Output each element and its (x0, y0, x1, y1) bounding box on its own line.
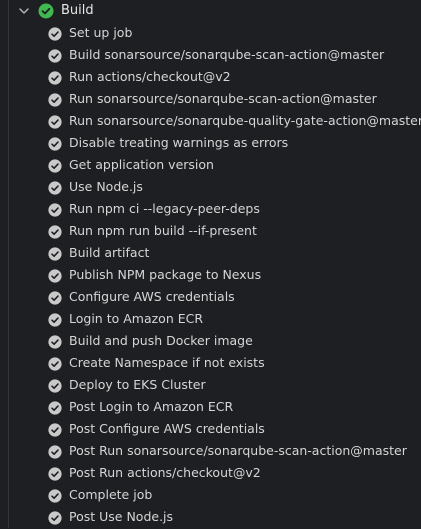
step-label: Complete job (69, 487, 153, 502)
job-header[interactable]: Build (0, 0, 421, 22)
check-circle-icon (48, 92, 62, 107)
check-circle-icon (48, 466, 62, 481)
check-circle-icon (48, 378, 62, 393)
step-label: Post Run actions/checkout@v2 (69, 465, 261, 480)
step-row[interactable]: Run npm run build --if-present (0, 220, 421, 242)
job-build: Build Set up job Build sonarsource/sonarq… (0, 0, 421, 528)
check-circle-icon (48, 422, 62, 437)
check-circle-icon (48, 114, 62, 129)
step-row[interactable]: Post Run sonarsource/sonarqube-scan-acti… (0, 440, 421, 462)
step-label: Post Configure AWS credentials (69, 421, 265, 436)
check-circle-icon (48, 224, 62, 239)
step-label: Run npm ci --legacy-peer-deps (69, 201, 260, 216)
check-circle-icon (48, 70, 62, 85)
check-circle-icon (48, 202, 62, 217)
step-label: Run sonarsource/sonarqube-scan-action@ma… (69, 91, 377, 106)
check-circle-icon (48, 444, 62, 459)
step-row[interactable]: Run actions/checkout@v2 (0, 66, 421, 88)
step-row[interactable]: Run npm ci --legacy-peer-deps (0, 198, 421, 220)
step-row[interactable]: Publish NPM package to Nexus (0, 264, 421, 286)
check-circle-icon (48, 136, 62, 151)
step-label: Post Login to Amazon ECR (69, 399, 234, 414)
step-label: Build and push Docker image (69, 333, 253, 348)
step-label: Post Run sonarsource/sonarqube-scan-acti… (69, 443, 407, 458)
step-row[interactable]: Login to Amazon ECR (0, 308, 421, 330)
step-label: Configure AWS credentials (69, 289, 235, 304)
step-label: Publish NPM package to Nexus (69, 267, 262, 282)
step-label: Run sonarsource/sonarqube-quality-gate-a… (69, 113, 421, 128)
step-label: Post Use Node.js (69, 509, 174, 524)
step-label: Build artifact (69, 245, 150, 260)
check-circle-icon (48, 290, 62, 305)
check-circle-icon (48, 180, 62, 195)
step-row[interactable]: Use Node.js (0, 176, 421, 198)
step-row[interactable]: Post Configure AWS credentials (0, 418, 421, 440)
step-row[interactable]: Run sonarsource/sonarqube-scan-action@ma… (0, 88, 421, 110)
step-row[interactable]: Complete job (0, 484, 421, 506)
step-row[interactable]: Post Run actions/checkout@v2 (0, 462, 421, 484)
step-label: Run npm run build --if-present (69, 223, 257, 238)
step-label: Run actions/checkout@v2 (69, 69, 231, 84)
check-circle-icon (48, 356, 62, 371)
check-circle-icon (48, 488, 62, 503)
step-row[interactable]: Build artifact (0, 242, 421, 264)
step-row[interactable]: Get application version (0, 154, 421, 176)
step-row[interactable]: Post Use Node.js (0, 506, 421, 528)
step-row[interactable]: Disable treating warnings as errors (0, 132, 421, 154)
check-circle-filled-icon (38, 3, 54, 19)
check-circle-icon (48, 246, 62, 261)
job-title: Build (61, 3, 94, 18)
step-label: Disable treating warnings as errors (69, 135, 289, 150)
check-circle-icon (48, 48, 62, 63)
step-label: Use Node.js (69, 179, 143, 194)
step-list: Set up job Build sonarsource/sonarqube-sc… (0, 22, 421, 528)
check-circle-icon (48, 158, 62, 173)
check-circle-icon (48, 334, 62, 349)
check-circle-icon (48, 26, 62, 41)
step-label: Get application version (69, 157, 214, 172)
step-row[interactable]: Configure AWS credentials (0, 286, 421, 308)
step-label: Create Namespace if not exists (69, 355, 265, 370)
step-row[interactable]: Post Login to Amazon ECR (0, 396, 421, 418)
step-row[interactable]: Deploy to EKS Cluster (0, 374, 421, 396)
step-row[interactable]: Build and push Docker image (0, 330, 421, 352)
step-row[interactable]: Build sonarsource/sonarqube-scan-action@… (0, 44, 421, 66)
check-circle-icon (48, 510, 62, 525)
check-circle-icon (48, 400, 62, 415)
step-row[interactable]: Run sonarsource/sonarqube-quality-gate-a… (0, 110, 421, 132)
step-row[interactable]: Set up job (0, 22, 421, 44)
step-row[interactable]: Create Namespace if not exists (0, 352, 421, 374)
chevron-down-icon[interactable] (18, 5, 30, 17)
step-label: Build sonarsource/sonarqube-scan-action@… (69, 47, 385, 62)
check-circle-icon (48, 312, 62, 327)
step-label: Set up job (69, 25, 133, 40)
check-circle-icon (48, 268, 62, 283)
step-label: Deploy to EKS Cluster (69, 377, 206, 392)
step-label: Login to Amazon ECR (69, 311, 204, 326)
